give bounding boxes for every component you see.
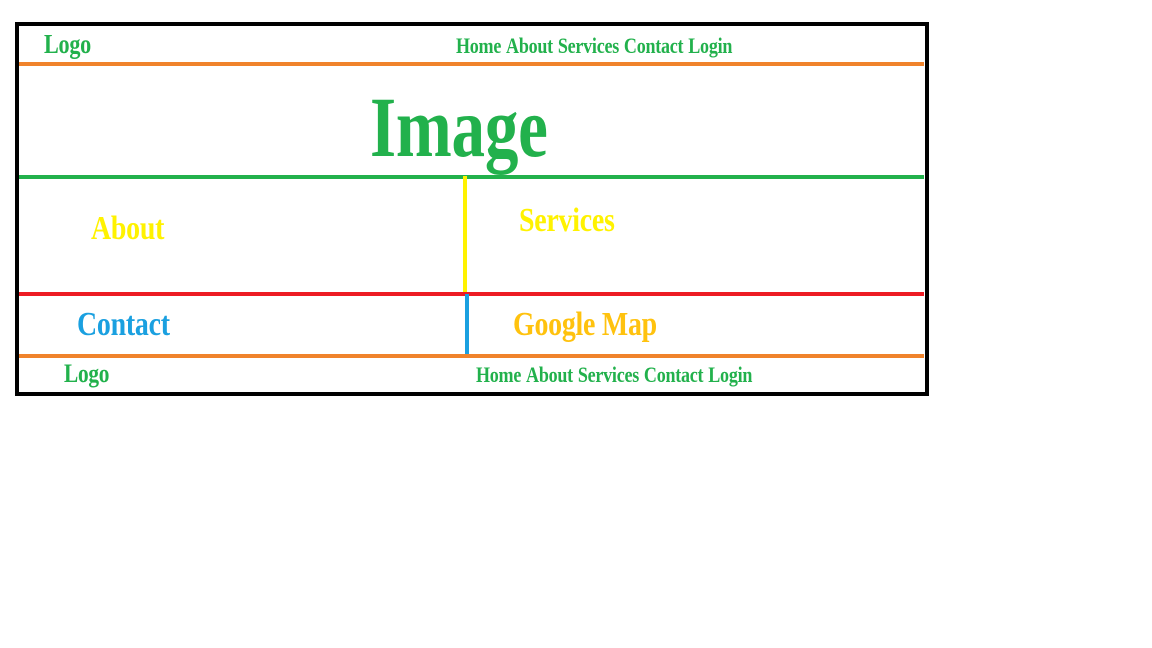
footer-nav-services-link[interactable]: Services (578, 364, 639, 386)
footer-nav-home-link[interactable]: Home (476, 364, 521, 386)
header-logo[interactable]: Logo (44, 31, 91, 58)
footer-nav-contact-link[interactable]: Contact (644, 364, 704, 386)
section-horizontal-divider (19, 292, 924, 296)
nav-contact-link[interactable]: Contact (624, 35, 684, 57)
contact-section-title: Contact (77, 306, 170, 343)
footer-divider (19, 354, 924, 358)
hero-image-placeholder: Image (370, 79, 548, 175)
footer-nav-login-link[interactable]: Login (708, 364, 752, 386)
footer-logo[interactable]: Logo (64, 361, 109, 387)
nav-about-link[interactable]: About (506, 35, 553, 57)
footer-nav-about-link[interactable]: About (526, 364, 573, 386)
hero-divider (19, 175, 924, 179)
nav-services-link[interactable]: Services (558, 35, 619, 57)
about-section-title: About (91, 210, 165, 247)
section-vertical-divider (463, 176, 467, 294)
nav-home-link[interactable]: Home (456, 35, 501, 57)
services-section-title: Services (519, 202, 615, 239)
contact-map-divider (465, 294, 469, 358)
nav-login-link[interactable]: Login (688, 35, 732, 57)
header-nav: Home About Services Contact Login (456, 35, 732, 57)
header-divider (19, 62, 924, 66)
google-map-section-title: Google Map (513, 306, 657, 343)
footer-nav: Home About Services Contact Login (476, 364, 752, 386)
